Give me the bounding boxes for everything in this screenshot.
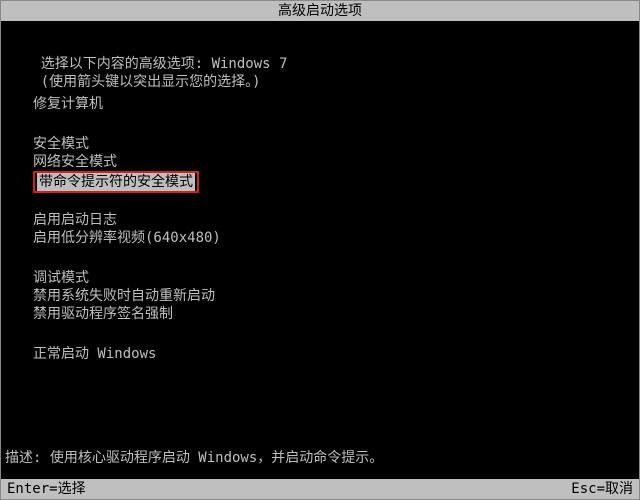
menu-item[interactable]: 禁用驱动程序签名强制 [5,305,635,323]
footer-esc: Esc=取消 [571,479,633,499]
boot-options-menu: 修复计算机安全模式网络安全模式带命令提示符的安全模式启用启动日志启用低分辨率视频… [5,73,635,363]
menu-item[interactable]: 网络安全模式 [5,153,635,171]
description-line: 描述: 使用核心驱动程序启动 Windows，并启动命令提示。 [5,449,383,467]
menu-item[interactable]: 带命令提示符的安全模式 [5,171,635,189]
menu-item[interactable]: 启用启动日志 [5,211,635,229]
menu-item-label: 禁用系统失败时自动重新启动 [33,288,215,304]
menu-item-label: 启用低分辨率视频(640x480) [33,230,221,246]
menu-item-label: 正常启动 Windows [33,346,156,362]
title-bar: 高级启动选项 [1,1,639,21]
title-text: 高级启动选项 [278,3,362,19]
hint-text: (使用箭头键以突出显示您的选择。) [41,74,261,90]
prompt-line: 选择以下内容的高级选项: Windows 7 [5,37,635,55]
menu-item[interactable]: 正常启动 Windows [5,345,635,363]
footer-enter: Enter=选择 [7,479,86,499]
menu-item[interactable]: 禁用系统失败时自动重新启动 [5,287,635,305]
menu-item-label: 网络安全模式 [33,154,117,170]
menu-item-label: 带命令提示符的安全模式 [37,173,195,191]
menu-item[interactable]: 安全模式 [5,135,635,153]
menu-item[interactable]: 调试模式 [5,269,635,287]
menu-item-label: 禁用驱动程序签名强制 [33,306,173,322]
prompt-prefix: 选择以下内容的高级选项: [41,56,212,72]
description-label: 描述: [5,450,50,466]
description-text: 使用核心驱动程序启动 Windows，并启动命令提示。 [50,450,383,466]
menu-item[interactable]: 启用低分辨率视频(640x480) [5,229,635,247]
os-name: Windows 7 [212,56,288,72]
content-area: 选择以下内容的高级选项: Windows 7 (使用箭头键以突出显示您的选择。)… [1,21,639,363]
menu-item-label: 启用启动日志 [33,212,117,228]
highlight-box: 带命令提示符的安全模式 [33,171,199,193]
menu-item[interactable]: 修复计算机 [5,95,635,113]
footer-bar: Enter=选择 Esc=取消 [1,479,639,499]
menu-item-label: 安全模式 [33,136,89,152]
menu-item-label: 修复计算机 [33,96,103,112]
menu-item-label: 调试模式 [33,270,89,286]
